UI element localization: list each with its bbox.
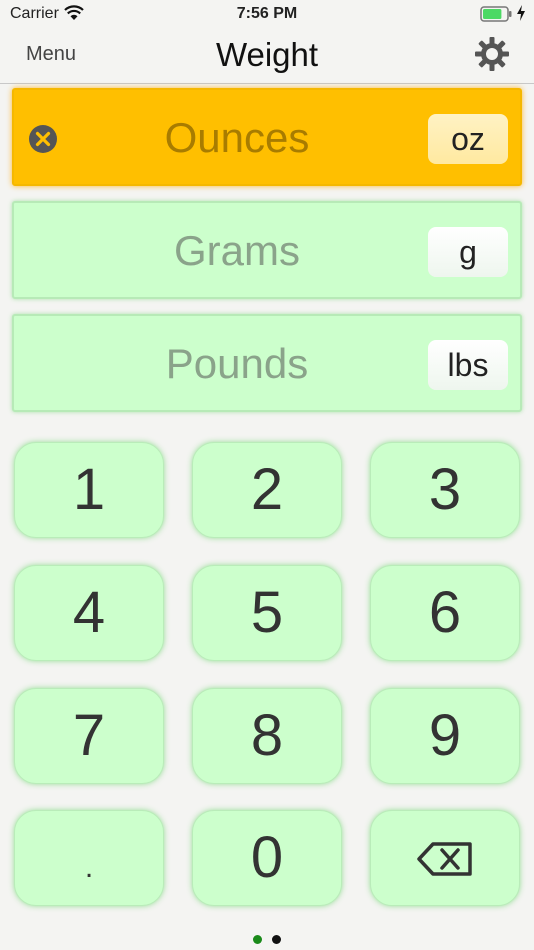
key-1[interactable]: 1 xyxy=(14,442,164,538)
backspace-icon xyxy=(417,842,472,876)
charging-bolt-icon xyxy=(517,5,525,21)
key-4[interactable]: 4 xyxy=(14,565,164,661)
unit-row-grams[interactable]: Grams g xyxy=(12,201,522,299)
status-time: 7:56 PM xyxy=(236,5,298,22)
unit-abbr-lbs: lbs xyxy=(428,340,508,390)
page-title: Weight xyxy=(215,36,319,73)
key-3[interactable]: 3 xyxy=(370,442,520,538)
unit-name-grams: Grams xyxy=(174,227,300,274)
page-dot-1[interactable] xyxy=(253,935,262,944)
key-0[interactable]: 0 xyxy=(192,810,342,906)
key-5[interactable]: 5 xyxy=(192,565,342,661)
unit-name-pounds: Pounds xyxy=(165,340,309,387)
key-8[interactable]: 8 xyxy=(192,688,342,784)
unit-row-pounds[interactable]: Pounds lbs xyxy=(12,314,522,412)
unit-name-ounces: Ounces xyxy=(164,114,310,161)
key-6[interactable]: 6 xyxy=(370,565,520,661)
key-2[interactable]: 2 xyxy=(192,442,342,538)
unit-row-ounces[interactable]: Ounces oz xyxy=(12,88,522,186)
key-9[interactable]: 9 xyxy=(370,688,520,784)
unit-abbr-g: g xyxy=(428,227,508,277)
backspace-button[interactable] xyxy=(370,810,520,906)
unit-abbr-oz: oz xyxy=(428,114,508,164)
gear-icon[interactable] xyxy=(474,36,510,72)
page-indicator[interactable] xyxy=(0,931,534,944)
key-7[interactable]: 7 xyxy=(14,688,164,784)
decimal-point-label: . xyxy=(84,851,94,884)
nav-bar: Menu Weight xyxy=(0,28,534,84)
page-dot-2[interactable] xyxy=(272,935,281,944)
key-decimal[interactable]: . xyxy=(14,810,164,906)
battery-icon xyxy=(480,6,512,22)
status-bar: Carrier 7:56 PM xyxy=(0,0,534,28)
